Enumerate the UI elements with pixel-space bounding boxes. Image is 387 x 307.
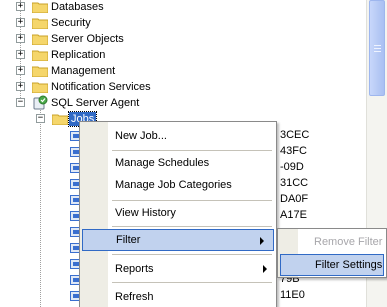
- sql-server-agent-icon: [33, 95, 48, 110]
- menu-item-label: Filter Settings: [315, 259, 383, 271]
- menu-item-label: Remove Filter: [314, 236, 383, 248]
- tree-node-sql-server-agent[interactable]: SQL Server Agent: [51, 96, 139, 110]
- tree-connector: [40, 110, 41, 307]
- tree-node-databases[interactable]: Databases: [51, 0, 104, 14]
- menu-separator: [112, 282, 272, 283]
- menu-separator: [112, 150, 272, 151]
- thumb-grip: [374, 48, 381, 49]
- menu-item-label: New Job...: [115, 130, 167, 142]
- scrollbar-thumb[interactable]: [369, 0, 385, 96]
- menu-item-label: Manage Job Categories: [115, 179, 232, 191]
- folder-open-icon: [52, 114, 68, 125]
- menu-separator: [112, 200, 272, 201]
- job-id-text: 43FC: [280, 145, 307, 157]
- menu-item-label: Filter: [116, 234, 141, 246]
- job-id-text: 31CC: [280, 177, 309, 189]
- folder-icon: [32, 2, 48, 13]
- expand-server-objects-button[interactable]: +: [16, 34, 25, 43]
- menu-item-refresh[interactable]: Refresh: [80, 286, 276, 307]
- expand-databases-button[interactable]: +: [16, 2, 25, 11]
- job-id-text: -09D: [280, 161, 304, 173]
- jobs-context-menu: New Job... Manage Schedules Manage Job C…: [79, 121, 277, 307]
- job-id-text: A17E: [280, 209, 307, 221]
- menu-item-new-job[interactable]: New Job...: [80, 125, 276, 147]
- menu-item-label: Refresh: [115, 291, 154, 303]
- menu-separator: [112, 254, 272, 255]
- submenu-arrow-icon: [263, 265, 267, 273]
- menu-item-filter-settings[interactable]: Filter Settings: [280, 254, 384, 276]
- tree-node-security[interactable]: Security: [51, 16, 91, 30]
- tree-node-notification-services[interactable]: Notification Services: [51, 80, 151, 94]
- menu-separator: [112, 226, 272, 227]
- thumb-grip: [374, 45, 381, 46]
- folder-icon: [32, 18, 48, 29]
- tree-node-server-objects[interactable]: Server Objects: [51, 32, 124, 46]
- job-id-text: 3CEC: [280, 129, 310, 141]
- collapse-jobs-button[interactable]: −: [36, 114, 45, 123]
- menu-item-label: View History: [115, 207, 176, 219]
- menu-item-view-history[interactable]: View History: [80, 202, 276, 224]
- expand-management-button[interactable]: +: [16, 66, 25, 75]
- folder-icon: [32, 66, 48, 77]
- expand-security-button[interactable]: +: [16, 18, 25, 27]
- menu-item-manage-schedules[interactable]: Manage Schedules: [80, 152, 276, 174]
- tree-node-management[interactable]: Management: [51, 64, 115, 78]
- menu-item-filter[interactable]: Filter: [82, 229, 274, 251]
- filter-submenu: Remove Filter Filter Settings: [277, 228, 387, 278]
- folder-icon: [32, 82, 48, 93]
- job-id-text: DA0F: [280, 193, 309, 205]
- menu-item-remove-filter[interactable]: Remove Filter: [278, 231, 386, 253]
- menu-item-reports[interactable]: Reports: [80, 258, 276, 280]
- collapse-sql-server-agent-button[interactable]: −: [16, 98, 25, 107]
- submenu-arrow-icon: [260, 237, 264, 245]
- expand-notification-services-button[interactable]: +: [16, 82, 25, 91]
- expand-replication-button[interactable]: +: [16, 50, 25, 59]
- menu-item-label: Reports: [115, 263, 154, 275]
- folder-icon: [32, 50, 48, 61]
- menu-item-label: Manage Schedules: [115, 157, 210, 169]
- folder-icon: [32, 34, 48, 45]
- tree-node-replication[interactable]: Replication: [51, 48, 105, 62]
- menu-item-manage-job-categories[interactable]: Manage Job Categories: [80, 174, 276, 196]
- job-id-text: 11E0: [280, 289, 305, 301]
- thumb-grip: [374, 51, 381, 52]
